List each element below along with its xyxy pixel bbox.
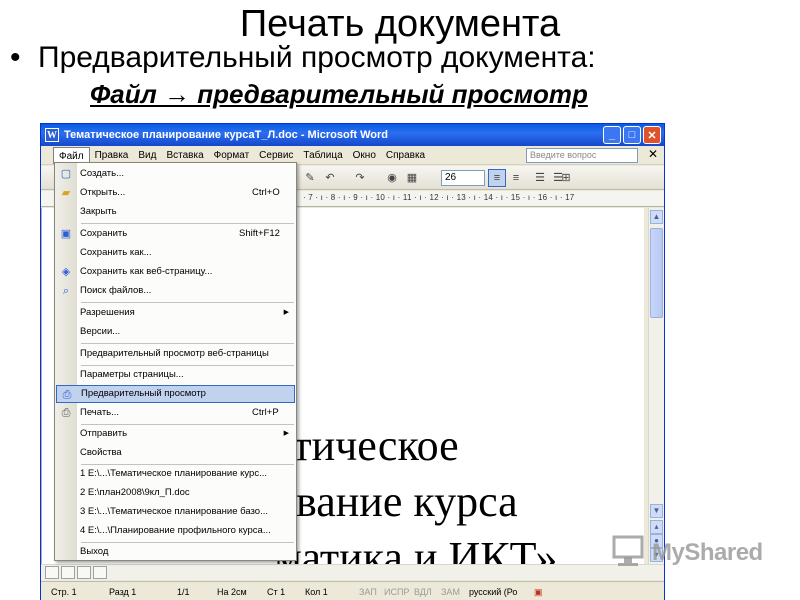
submenu-arrow-icon: ▶	[283, 430, 289, 437]
file-menu-item[interactable]: Сохранить как...	[56, 244, 295, 262]
watermark: MyShared	[608, 533, 768, 573]
hyperlink-icon[interactable]: ◉	[385, 171, 399, 185]
open-folder-icon: ▰	[61, 187, 71, 199]
file-menu-item-exit[interactable]: Выход	[56, 543, 295, 561]
justify-icon[interactable]: ≡	[509, 171, 523, 185]
font-size-field[interactable]: 26	[441, 170, 485, 186]
status-column: Кол 1	[305, 587, 328, 597]
file-menu-item[interactable]: Предварительный просмотр веб-страницы	[56, 345, 295, 363]
file-menu-dropdown: ▢ Создать... ▰ Открыть... Ctrl+O Закрыть…	[54, 162, 297, 561]
close-button[interactable]: ✕	[643, 126, 661, 144]
status-record[interactable]: ЗАП	[359, 582, 377, 600]
scroll-down-icon[interactable]: ▼	[650, 504, 663, 518]
save-icon: ▣	[60, 228, 72, 240]
ask-question-input[interactable]: Введите вопрос	[526, 148, 638, 163]
recent-file-item[interactable]: 1 E:\...\Тематическое планирование курс.…	[56, 465, 295, 483]
format-painter-icon[interactable]: ✎	[303, 171, 317, 185]
file-menu-item[interactable]: ▣ Сохранить Shift+F12	[56, 225, 295, 243]
redo-icon[interactable]: ↷	[353, 171, 367, 185]
menu-table[interactable]: Таблица	[298, 147, 347, 164]
menu-file[interactable]: Файл	[53, 146, 90, 164]
word-app-icon: W	[45, 128, 59, 142]
file-menu-item[interactable]: Свойства	[56, 444, 295, 462]
document-line-1: атическое	[274, 421, 459, 470]
print-layout-icon[interactable]	[77, 566, 91, 579]
undo-icon[interactable]: ↶	[323, 171, 337, 185]
outline-view-icon[interactable]	[93, 566, 107, 579]
file-menu-item[interactable]: Отправить ▶	[56, 425, 295, 443]
file-menu-item[interactable]: Параметры страницы...	[56, 366, 295, 384]
slide-bullet: • Предварительный просмотр документа:	[10, 40, 780, 76]
status-page: Стр. 1	[51, 587, 77, 597]
document-line-3: матика и ИКТ»	[274, 533, 558, 564]
file-menu-item[interactable]: ▰ Открыть... Ctrl+O	[56, 184, 295, 202]
status-bar: Стр. 1 Разд 1 1/1 На 2см Ст 1 Кол 1 ЗАП …	[41, 581, 664, 600]
print-preview-icon: ⎙	[62, 389, 72, 401]
menu-tools[interactable]: Сервис	[254, 147, 298, 164]
status-pages: 1/1	[177, 587, 190, 597]
borders-icon[interactable]: ⊞	[559, 171, 573, 185]
bullet-dot: •	[10, 41, 21, 74]
slide-bullet-text: Предварительный просмотр документа:	[38, 41, 596, 74]
ruler-marks: · 7 · ı · 8 · ı · 9 · ı · 10 · ı · 11 · …	[303, 193, 575, 202]
status-position: На 2см	[217, 587, 247, 597]
numbered-list-icon[interactable]: ☰	[533, 171, 547, 185]
recent-file-item[interactable]: 3 E:\...\Тематическое планирование базо.…	[56, 503, 295, 521]
new-document-icon: ▢	[60, 168, 72, 180]
web-view-icon[interactable]	[61, 566, 75, 579]
vertical-scrollbar[interactable]: ▲ ▼ ▴ ● ▾	[648, 208, 664, 564]
window-title: Тематическое планирование курсаТ_Л.doc -…	[64, 129, 389, 141]
slide-menu-path: Файл → предварительный просмотр	[90, 79, 588, 109]
spelling-status-icon[interactable]: ▣	[534, 582, 543, 600]
scroll-up-icon[interactable]: ▲	[650, 210, 663, 224]
previous-page-icon[interactable]: ▴	[650, 520, 663, 534]
watermark-logo-icon	[612, 535, 644, 566]
file-menu-item[interactable]: ▢ Создать...	[56, 165, 295, 183]
search-files-icon: ⌕	[62, 285, 70, 297]
status-extend[interactable]: ВДЛ	[414, 582, 432, 600]
watermark-text: MyShared	[652, 539, 763, 566]
status-line: Ст 1	[267, 587, 286, 597]
menu-separator	[81, 343, 294, 344]
title-bar[interactable]: W Тематическое планирование курсаТ_Л.doc…	[41, 124, 664, 146]
recent-file-item[interactable]: 4 E:\...\Планирование профильного курса.…	[56, 522, 295, 540]
menu-help[interactable]: Справка	[381, 147, 430, 164]
minimize-button[interactable]: _	[603, 126, 621, 144]
status-overtype[interactable]: ЗАМ	[441, 582, 460, 600]
document-line-2: ование курса	[274, 477, 518, 526]
menu-edit[interactable]: Правка	[90, 147, 134, 164]
recent-file-item[interactable]: 2 E:\план2008\9кл_П.doc	[56, 484, 295, 502]
printer-icon: ⎙	[61, 407, 71, 419]
window-controls: _ □ ✕	[603, 126, 661, 144]
file-menu-item[interactable]: Разрешения ▶	[56, 304, 295, 322]
file-menu-item[interactable]: ⎙ Печать... Ctrl+P	[56, 404, 295, 422]
file-menu-item-print-preview[interactable]: ⎙ Предварительный просмотр	[56, 385, 295, 403]
file-menu-item[interactable]: ◈ Сохранить как веб-страницу...	[56, 263, 295, 281]
align-left-icon: ≡	[493, 172, 501, 184]
file-menu-item[interactable]: Закрыть	[56, 203, 295, 221]
menu-view[interactable]: Вид	[133, 147, 161, 164]
vertical-scroll-thumb[interactable]	[650, 228, 663, 318]
menu-separator	[81, 302, 294, 303]
file-menu-item[interactable]: Версии...	[56, 323, 295, 341]
document-close-icon[interactable]: ✕	[648, 147, 658, 161]
normal-view-icon[interactable]	[45, 566, 59, 579]
status-language: русский (Ро	[469, 587, 518, 597]
horizontal-scrollbar[interactable]	[41, 564, 664, 580]
file-menu-item[interactable]: ⌕ Поиск файлов...	[56, 282, 295, 300]
status-section: Разд 1	[109, 587, 137, 597]
menu-window[interactable]: Окно	[348, 147, 381, 164]
tables-icon[interactable]: ▦	[405, 171, 419, 185]
web-page-icon: ◈	[61, 266, 71, 278]
status-track-changes[interactable]: ИСПР	[384, 582, 409, 600]
menu-format[interactable]: Формат	[209, 147, 255, 164]
submenu-arrow-icon: ▶	[283, 309, 289, 316]
maximize-button[interactable]: □	[623, 126, 641, 144]
menu-insert[interactable]: Вставка	[161, 147, 208, 164]
menu-separator	[81, 223, 294, 224]
